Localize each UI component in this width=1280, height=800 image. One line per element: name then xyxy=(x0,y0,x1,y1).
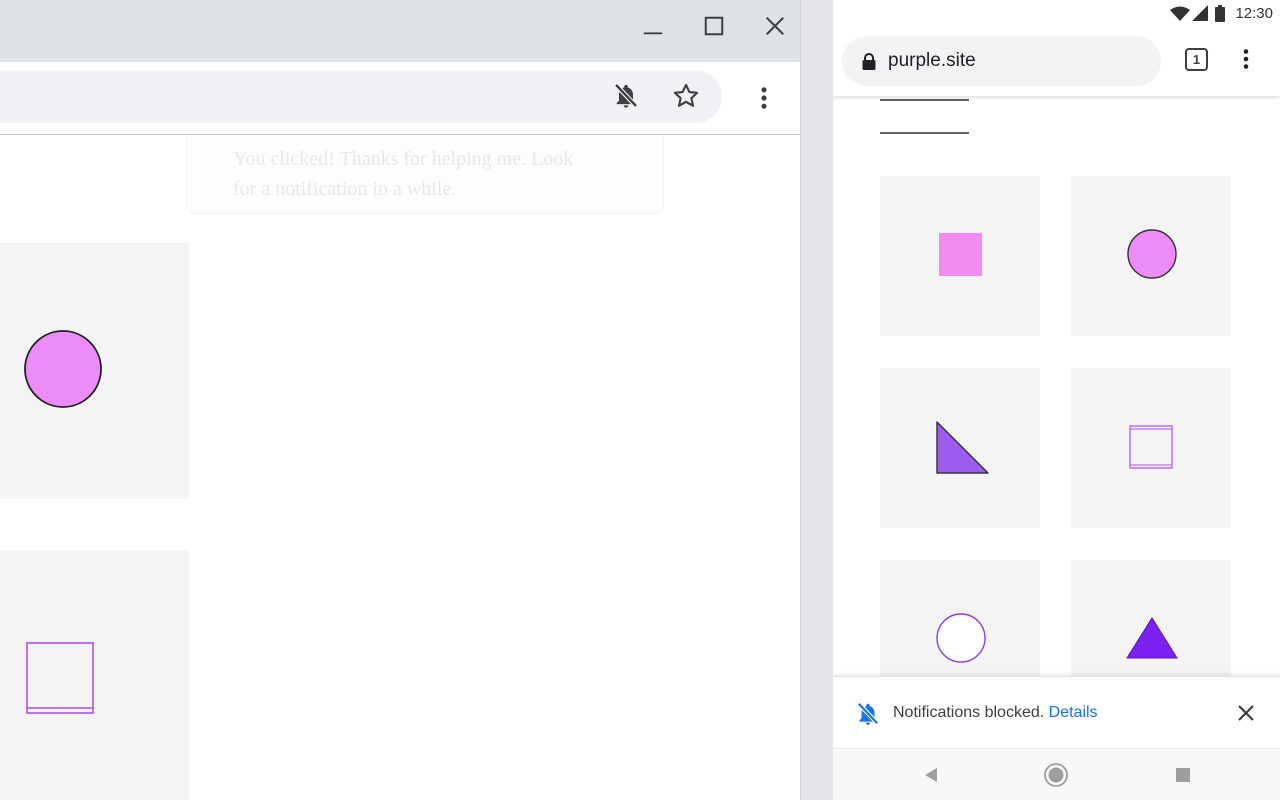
pink-square-shape xyxy=(939,233,982,276)
bell-off-icon xyxy=(613,82,639,109)
more-vert-icon xyxy=(1243,49,1249,69)
clock: 12:30 xyxy=(1235,5,1273,22)
more-vert-icon xyxy=(761,87,767,109)
close-icon[interactable] xyxy=(1234,701,1258,725)
shape-tile-triangle[interactable] xyxy=(880,368,1040,528)
shape-tile-circle[interactable] xyxy=(1071,176,1231,336)
nav-recents-button[interactable] xyxy=(1171,763,1195,787)
purple-square-outline-shape xyxy=(26,642,94,714)
back-triangle-icon xyxy=(925,768,937,782)
address-bar[interactable] xyxy=(0,70,722,123)
shape-tile-circle[interactable] xyxy=(0,243,189,499)
split-screen-divider[interactable] xyxy=(800,0,833,800)
url-text: purple.site xyxy=(888,50,976,71)
purple-right-triangle-shape xyxy=(936,421,989,474)
android-navigation-bar xyxy=(833,748,1280,800)
mobile-page-content xyxy=(833,96,1280,720)
window-titlebar xyxy=(0,0,800,62)
maximize-icon xyxy=(704,16,724,36)
mobile-address-bar[interactable]: purple.site xyxy=(842,36,1161,86)
snackbar-message-text: Notifications blocked. Details xyxy=(893,704,1098,722)
divider-line xyxy=(880,132,969,134)
snackbar-message: Notifications blocked. xyxy=(893,704,1045,721)
status-bar: 12:30 xyxy=(833,0,1280,28)
bookmark-star-button[interactable] xyxy=(666,76,706,116)
notifications-blocked-button[interactable] xyxy=(606,76,646,116)
signal-icon xyxy=(1192,5,1208,21)
tab-switcher-button[interactable]: 1 xyxy=(1185,48,1208,71)
browser-menu-button[interactable] xyxy=(744,78,784,118)
close-icon xyxy=(766,17,784,35)
shape-tile-square-outline[interactable] xyxy=(1071,368,1231,528)
minimize-icon xyxy=(643,32,663,35)
close-window-button[interactable] xyxy=(757,8,793,44)
details-link[interactable]: Details xyxy=(1049,704,1098,721)
nav-back-button[interactable] xyxy=(919,763,943,787)
purple-square-outline-shape xyxy=(1129,425,1173,469)
page-content: You clicked! Thanks for helping me. Look… xyxy=(0,136,800,800)
maximize-button[interactable] xyxy=(696,8,732,44)
shape-tile-square[interactable] xyxy=(880,176,1040,336)
lock-icon xyxy=(862,52,876,70)
faded-message-line-2: for a notification in a while. xyxy=(233,178,457,200)
browser-toolbar xyxy=(0,62,800,135)
shape-tile-square-outline[interactable] xyxy=(0,550,189,800)
desktop-browser-window: You clicked! Thanks for helping me. Look… xyxy=(0,0,800,800)
wifi-icon xyxy=(1170,6,1190,21)
faded-message-line-1: You clicked! Thanks for helping me. Look xyxy=(233,148,574,170)
star-outline-icon xyxy=(673,83,699,107)
bell-off-icon xyxy=(856,701,880,726)
tab-count: 1 xyxy=(1192,52,1201,67)
pink-circle-shape xyxy=(1127,229,1177,279)
faded-message-card: You clicked! Thanks for helping me. Look… xyxy=(186,136,664,214)
android-chrome-window: 12:30 purple.site 1 Notifications blocke… xyxy=(833,0,1280,800)
pink-circle-shape xyxy=(24,330,102,408)
minimize-button[interactable] xyxy=(635,8,671,44)
recents-square-icon xyxy=(1176,768,1190,782)
battery-icon xyxy=(1215,5,1225,22)
notifications-blocked-snackbar: Notifications blocked. Details xyxy=(833,676,1280,748)
home-circle-icon xyxy=(1044,763,1068,787)
mobile-menu-button[interactable] xyxy=(1231,44,1261,74)
nav-home-button[interactable] xyxy=(1044,763,1068,787)
mobile-toolbar: purple.site 1 xyxy=(833,28,1280,96)
divider-line xyxy=(880,99,969,101)
